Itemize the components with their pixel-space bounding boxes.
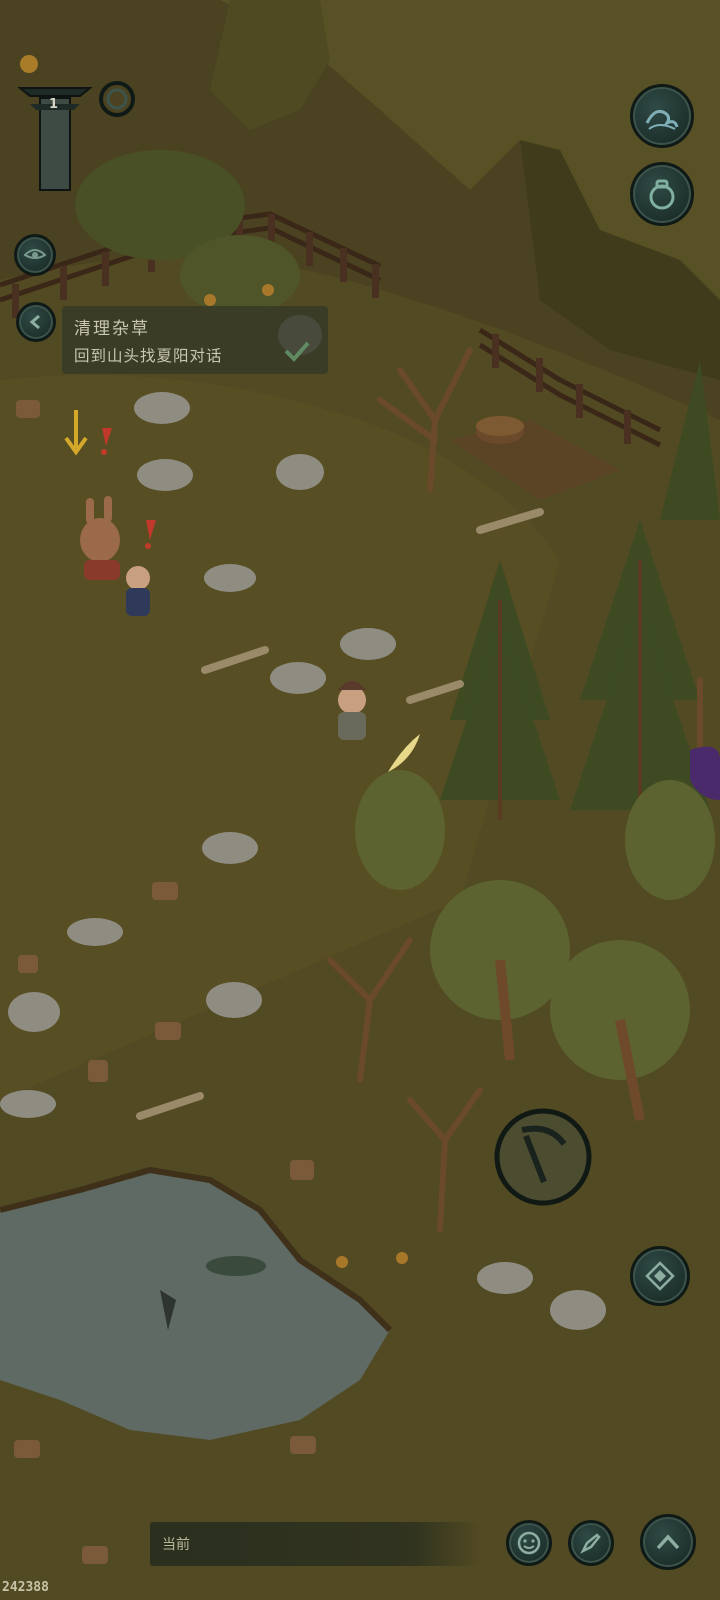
pillar-icon — [17, 87, 93, 191]
checkmark-icon — [284, 341, 310, 362]
quest-title: 清理杂草 — [74, 319, 150, 339]
emote-button[interactable] — [506, 1520, 552, 1566]
write-button[interactable] — [568, 1520, 614, 1566]
quest-collapse-button[interactable] — [16, 302, 56, 342]
coin-dot — [20, 55, 38, 73]
interact-button[interactable] — [630, 1246, 690, 1306]
eye-icon — [24, 249, 46, 259]
pen-icon — [580, 1533, 601, 1554]
game-scene[interactable]: 1 清理杂草 回到山头找夏阳对话 当前 242388 — [0, 0, 720, 1600]
quest-objective: 回到山头找夏阳对话 — [74, 347, 223, 365]
skill-button[interactable] — [630, 84, 694, 148]
player-uid: 242388 — [2, 1580, 49, 1595]
boy-npc — [126, 566, 150, 616]
level-number: 1 — [49, 97, 59, 112]
chat-channel-label: 当前 — [162, 1537, 190, 1553]
game-world[interactable] — [0, 0, 720, 1600]
chevron-left-icon — [29, 314, 40, 330]
inventory-button[interactable] — [630, 162, 694, 226]
emoji-icon — [517, 1531, 541, 1555]
bag-icon — [649, 179, 675, 210]
chat-bar[interactable]: 当前 — [150, 1522, 480, 1566]
swirl-icon[interactable] — [98, 80, 136, 118]
compass-icon — [645, 1261, 675, 1291]
expand-menu-button[interactable] — [640, 1514, 696, 1570]
chevron-up-icon — [656, 1534, 680, 1550]
quest-tracker[interactable]: 清理杂草 回到山头找夏阳对话 — [62, 306, 328, 374]
sickle-icon — [494, 1108, 592, 1206]
harvest-action-button[interactable] — [492, 1106, 594, 1208]
wave-icon — [645, 109, 679, 130]
view-toggle-button[interactable] — [14, 234, 56, 276]
level-pillar[interactable]: 1 — [16, 78, 94, 196]
